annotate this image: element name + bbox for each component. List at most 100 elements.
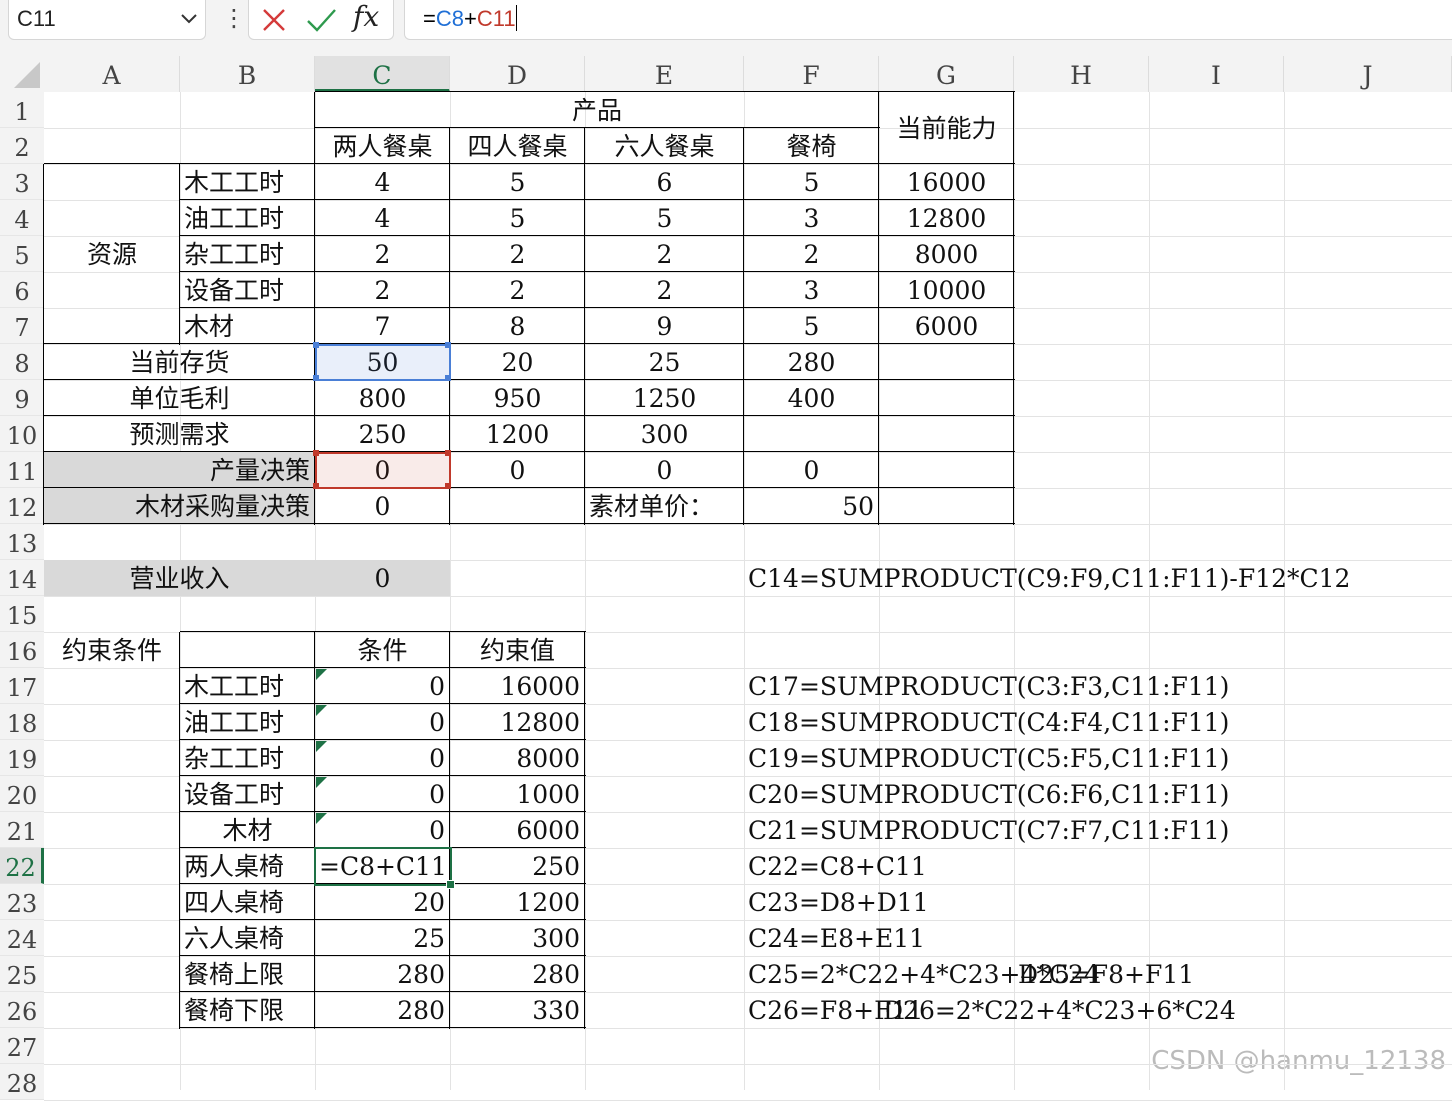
row-header-28[interactable]: 28: [0, 1064, 44, 1100]
row-header-6[interactable]: 6: [0, 272, 44, 308]
table-value[interactable]: 400: [744, 380, 879, 416]
row-header-15[interactable]: 15: [0, 596, 44, 632]
error-indicator-icon[interactable]: [316, 669, 327, 680]
column-header-a[interactable]: A: [44, 56, 180, 92]
table-value[interactable]: 2: [315, 272, 450, 308]
column-header-b[interactable]: B: [180, 56, 315, 92]
reference-handle[interactable]: [313, 342, 319, 348]
table-value[interactable]: 3: [744, 272, 879, 308]
resource-name[interactable]: 杂工工时: [180, 236, 315, 272]
select-all-corner[interactable]: [0, 56, 44, 92]
resource-label[interactable]: 资源: [44, 164, 180, 344]
table-value[interactable]: 300: [585, 416, 744, 452]
column-header-h[interactable]: H: [1014, 56, 1149, 92]
row-header-7[interactable]: 7: [0, 308, 44, 344]
cancel-icon[interactable]: [259, 5, 289, 35]
constraint-name[interactable]: 餐椅下限: [180, 992, 315, 1028]
column-header-g[interactable]: G: [879, 56, 1014, 92]
constraint-limit[interactable]: 8000: [450, 740, 585, 776]
table-value[interactable]: 5: [744, 164, 879, 200]
table-value[interactable]: 9: [585, 308, 744, 344]
reference-handle[interactable]: [445, 450, 451, 456]
table-value[interactable]: 5: [585, 200, 744, 236]
constraint-value[interactable]: =C8+C11: [315, 848, 450, 884]
table-value[interactable]: 0: [450, 452, 585, 488]
row-label[interactable]: 木材采购量决策: [44, 488, 315, 524]
formula-note[interactable]: C25=2*C22+4*C23+4*C24: [744, 956, 1100, 992]
reference-handle[interactable]: [313, 483, 319, 489]
column-title[interactable]: 条件: [315, 632, 450, 668]
enter-check-icon[interactable]: [305, 5, 337, 35]
row-header-23[interactable]: 23: [0, 884, 44, 920]
more-options-icon[interactable]: ⋮: [222, 4, 246, 32]
table-value[interactable]: 3: [744, 200, 879, 236]
constraint-limit[interactable]: 1200: [450, 884, 585, 920]
formula-note[interactable]: C24=E8+E11: [744, 920, 1452, 956]
constraint-limit[interactable]: 6000: [450, 812, 585, 848]
constraint-limit[interactable]: 300: [450, 920, 585, 956]
constraint-name[interactable]: 杂工工时: [180, 740, 315, 776]
row-header-18[interactable]: 18: [0, 704, 44, 740]
constraints-label[interactable]: 约束条件: [44, 632, 180, 668]
row-header-22[interactable]: 22: [0, 848, 44, 884]
constraint-value[interactable]: 0: [315, 776, 450, 812]
purchase-decision-value[interactable]: 0: [315, 488, 450, 524]
constraint-name[interactable]: 木工工时: [180, 668, 315, 704]
table-value[interactable]: 2: [585, 272, 744, 308]
product-name[interactable]: 六人餐桌: [585, 128, 744, 164]
row-header-8[interactable]: 8: [0, 344, 44, 380]
formula-note[interactable]: C26=F8+F11: [744, 992, 1014, 1028]
table-value[interactable]: 1200: [450, 416, 585, 452]
table-value[interactable]: 5: [744, 308, 879, 344]
table-value[interactable]: 2: [450, 236, 585, 272]
table-value[interactable]: 0: [585, 452, 744, 488]
formula-note[interactable]: C18=SUMPRODUCT(C4:F4,C11:F11): [744, 704, 1452, 740]
constraint-name[interactable]: 两人桌椅: [180, 848, 315, 884]
constraint-limit[interactable]: 280: [450, 956, 585, 992]
table-value[interactable]: 7: [315, 308, 450, 344]
row-header-10[interactable]: 10: [0, 416, 44, 452]
revenue-label[interactable]: 营业收入: [44, 560, 315, 596]
row-header-12[interactable]: 12: [0, 488, 44, 524]
resource-name[interactable]: 木工工时: [180, 164, 315, 200]
table-value[interactable]: 6: [585, 164, 744, 200]
column-header-c[interactable]: C: [315, 56, 450, 92]
table-value[interactable]: 250: [315, 416, 450, 452]
table-value[interactable]: 16000: [879, 164, 1014, 200]
row-header-11[interactable]: 11: [0, 452, 44, 488]
table-value[interactable]: 10000: [879, 272, 1014, 308]
table-value[interactable]: 6000: [879, 308, 1014, 344]
column-header-f[interactable]: F: [744, 56, 879, 92]
row-header-16[interactable]: 16: [0, 632, 44, 668]
row-header-25[interactable]: 25: [0, 956, 44, 992]
table-value[interactable]: 5: [450, 164, 585, 200]
error-indicator-icon[interactable]: [316, 741, 327, 752]
constraint-limit[interactable]: 330: [450, 992, 585, 1028]
column-title[interactable]: 约束值: [450, 632, 585, 668]
row-header-26[interactable]: 26: [0, 992, 44, 1028]
table-value[interactable]: 280: [744, 344, 879, 380]
table-value[interactable]: 950: [450, 380, 585, 416]
constraint-value[interactable]: 280: [315, 956, 450, 992]
reference-handle[interactable]: [445, 483, 451, 489]
table-value[interactable]: 8: [450, 308, 585, 344]
table-value[interactable]: 4: [315, 200, 450, 236]
reference-handle[interactable]: [445, 375, 451, 381]
formula-input[interactable]: =C8+C11: [404, 0, 1452, 40]
table-value[interactable]: 25: [585, 344, 744, 380]
row-header-19[interactable]: 19: [0, 740, 44, 776]
constraint-value[interactable]: 0: [315, 704, 450, 740]
constraint-value[interactable]: 20: [315, 884, 450, 920]
constraint-limit[interactable]: 16000: [450, 668, 585, 704]
column-header-e[interactable]: E: [585, 56, 744, 92]
insert-function-icon[interactable]: fx: [353, 0, 379, 33]
formula-note[interactable]: C14=SUMPRODUCT(C9:F9,C11:F11)-F12*C12: [744, 560, 1452, 596]
resource-name[interactable]: 木材: [180, 308, 315, 344]
row-header-17[interactable]: 17: [0, 668, 44, 704]
select-all-icon[interactable]: [0, 56, 44, 92]
constraint-limit[interactable]: 250: [450, 848, 585, 884]
table-value[interactable]: 0: [744, 452, 879, 488]
reference-handle[interactable]: [313, 450, 319, 456]
material-price-value[interactable]: 50: [744, 488, 879, 524]
row-header-24[interactable]: 24: [0, 920, 44, 956]
